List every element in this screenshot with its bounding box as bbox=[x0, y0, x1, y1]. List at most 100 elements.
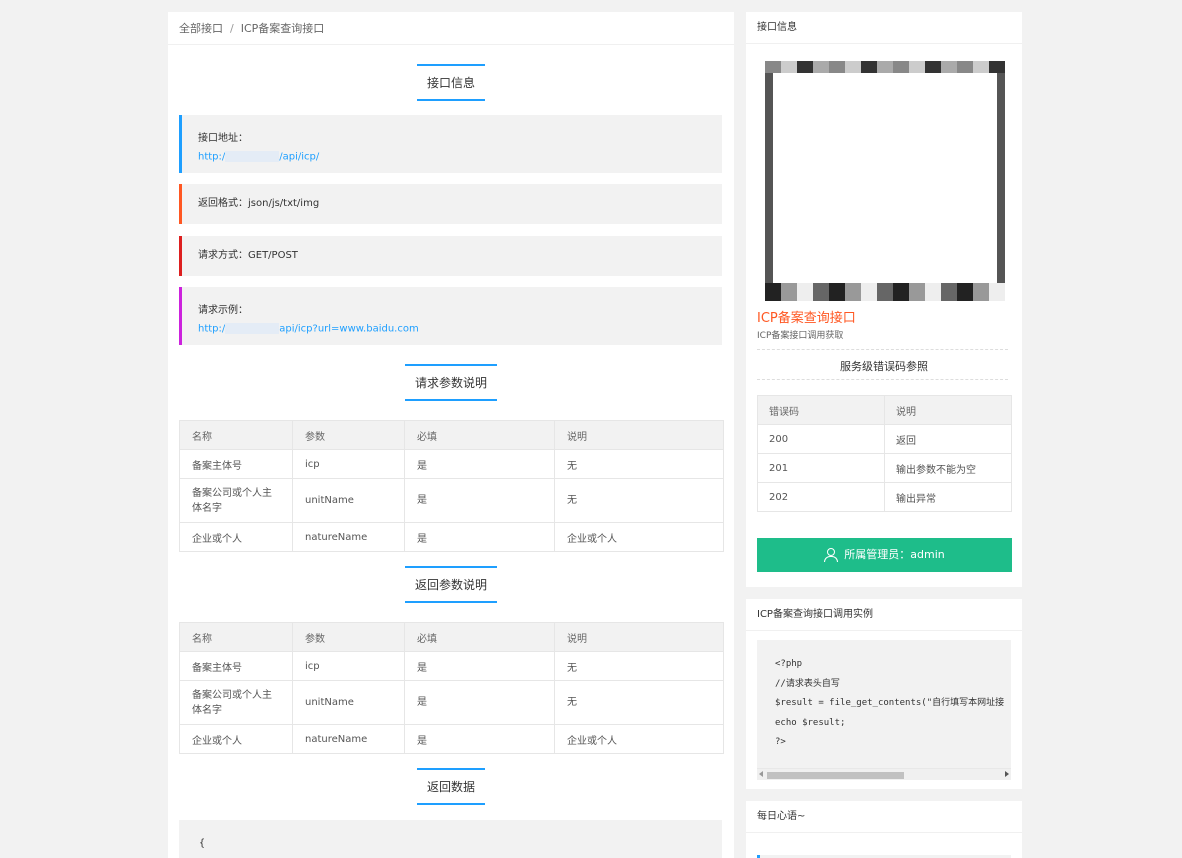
table-row: 备案主体号 icp 是 无 bbox=[179, 449, 724, 479]
table-cell: 是 bbox=[404, 651, 555, 681]
table-cell: 备案主体号 bbox=[179, 449, 293, 479]
table-cell: 输出参数不能为空 bbox=[884, 453, 1012, 483]
col-header: 说明 bbox=[554, 622, 724, 652]
table-cell: 是 bbox=[404, 449, 555, 479]
table-cell: 202 bbox=[757, 482, 885, 512]
daily-motto-card: 每日心语~ bbox=[746, 801, 1022, 858]
code-text: <?php //请求表头自写 $result = file_get_conten… bbox=[775, 659, 1005, 747]
col-header: 必填 bbox=[404, 622, 555, 652]
table-cell: 是 bbox=[404, 522, 555, 552]
table-cell: 是 bbox=[404, 724, 555, 754]
error-code-title: 服务级错误码参照 bbox=[840, 360, 928, 373]
error-code-table: 错误码 说明 200 返回 201 输出参数不能为空 202 输出异常 bbox=[757, 395, 1012, 512]
divider bbox=[757, 349, 1008, 350]
horizontal-scrollbar[interactable] bbox=[757, 768, 1011, 780]
call-example-code: <?php //请求表头自写 $result = file_get_conten… bbox=[757, 640, 1011, 780]
table-cell: icp bbox=[292, 449, 405, 479]
table-cell: 企业或个人 bbox=[554, 724, 724, 754]
qr-code-image bbox=[765, 61, 1005, 301]
call-example-title: ICP备案查询接口调用实例 bbox=[746, 599, 1022, 631]
table-cell: unitName bbox=[292, 478, 405, 523]
col-header: 名称 bbox=[179, 622, 293, 652]
response-data-code: { bbox=[179, 820, 722, 858]
table-row: 备案公司或个人主体名字 unitName 是 无 bbox=[179, 680, 724, 725]
daily-motto-title: 每日心语~ bbox=[746, 801, 1022, 833]
request-example-label: 请求示例： bbox=[198, 305, 248, 316]
api-address-block: 接口地址： http://api/icp/ bbox=[179, 115, 722, 173]
scroll-right-icon[interactable] bbox=[1005, 771, 1009, 777]
scroll-thumb[interactable] bbox=[767, 772, 904, 779]
response-params-table: 名称 参数 必填 说明 备案主体号 icp 是 无 备案公司或个人主体名字 un… bbox=[179, 622, 724, 754]
table-cell: natureName bbox=[292, 724, 405, 754]
table-cell: icp bbox=[292, 651, 405, 681]
col-header: 错误码 bbox=[757, 395, 885, 425]
qr-center bbox=[773, 73, 997, 283]
breadcrumb-separator: / bbox=[230, 22, 234, 35]
table-cell: 企业或个人 bbox=[179, 724, 293, 754]
admin-button[interactable]: 所属管理员：admin bbox=[757, 538, 1012, 572]
call-example-card: ICP备案查询接口调用实例 <?php //请求表头自写 $result = f… bbox=[746, 599, 1022, 789]
return-format-block: 返回格式：json/js/txt/img bbox=[179, 184, 722, 224]
qr-pattern bbox=[765, 283, 1005, 301]
table-header-row: 错误码 说明 bbox=[757, 395, 1012, 425]
response-code-text: { bbox=[199, 838, 206, 849]
admin-label: 所属管理员：admin bbox=[844, 548, 945, 561]
request-method-block: 请求方式：GET/POST bbox=[179, 236, 722, 276]
col-header: 参数 bbox=[292, 420, 405, 450]
interface-info-title: 接口信息 bbox=[746, 12, 1022, 44]
table-cell: 201 bbox=[757, 453, 885, 483]
table-cell: 200 bbox=[757, 424, 885, 454]
col-header: 参数 bbox=[292, 622, 405, 652]
table-cell: 备案公司或个人主体名字 bbox=[179, 680, 293, 725]
table-row: 202 输出异常 bbox=[757, 482, 1012, 512]
table-cell: 企业或个人 bbox=[179, 522, 293, 552]
col-header: 说明 bbox=[884, 395, 1012, 425]
table-cell: natureName bbox=[292, 522, 405, 552]
api-name: ICP备案查询接口 bbox=[757, 311, 856, 326]
divider bbox=[757, 379, 1008, 380]
table-cell: 企业或个人 bbox=[554, 522, 724, 552]
api-address-link[interactable]: http://api/icp/ bbox=[198, 151, 706, 163]
breadcrumb: 全部接口 / ICP备案查询接口 bbox=[168, 12, 734, 45]
breadcrumb-root[interactable]: 全部接口 bbox=[179, 22, 223, 35]
api-description: ICP备案接口调用获取 bbox=[757, 331, 844, 341]
request-example-block: 请求示例： http:/api/icp?url=www.baidu.com bbox=[179, 287, 722, 345]
table-row: 备案公司或个人主体名字 unitName 是 无 bbox=[179, 478, 724, 523]
section-title-response-params: 返回参数说明 bbox=[168, 566, 734, 603]
table-cell: 输出异常 bbox=[884, 482, 1012, 512]
table-cell: 备案公司或个人主体名字 bbox=[179, 478, 293, 523]
section-title-info: 接口信息 bbox=[168, 64, 734, 101]
table-cell: 备案主体号 bbox=[179, 651, 293, 681]
request-method: 请求方式：GET/POST bbox=[198, 250, 298, 261]
table-cell: 无 bbox=[554, 680, 724, 725]
table-row: 企业或个人 natureName 是 企业或个人 bbox=[179, 522, 724, 552]
table-row: 200 返回 bbox=[757, 424, 1012, 454]
col-header: 必填 bbox=[404, 420, 555, 450]
col-header: 说明 bbox=[554, 420, 724, 450]
table-cell: 无 bbox=[554, 478, 724, 523]
table-header-row: 名称 参数 必填 说明 bbox=[179, 622, 724, 652]
section-title-response-data: 返回数据 bbox=[168, 768, 734, 805]
table-cell: 无 bbox=[554, 651, 724, 681]
col-header: 名称 bbox=[179, 420, 293, 450]
main-card: 全部接口 / ICP备案查询接口 接口信息 接口地址： http://api/icp… bbox=[168, 12, 734, 858]
qr-pattern bbox=[765, 61, 1005, 73]
redacted-domain bbox=[225, 151, 280, 162]
table-header-row: 名称 参数 必填 说明 bbox=[179, 420, 724, 450]
table-row: 201 输出参数不能为空 bbox=[757, 453, 1012, 483]
section-title-request-params: 请求参数说明 bbox=[168, 364, 734, 401]
table-cell: 无 bbox=[554, 449, 724, 479]
table-row: 企业或个人 natureName 是 企业或个人 bbox=[179, 724, 724, 754]
scroll-left-icon[interactable] bbox=[759, 771, 763, 777]
breadcrumb-current: ICP备案查询接口 bbox=[240, 22, 325, 35]
table-cell: 是 bbox=[404, 478, 555, 523]
request-example-link[interactable]: http:/api/icp?url=www.baidu.com bbox=[198, 323, 706, 335]
interface-info-card: 接口信息 ICP备案查询接口 ICP备案接口调用获取 服务级错误码参照 错误码 … bbox=[746, 12, 1022, 587]
request-params-table: 名称 参数 必填 说明 备案主体号 icp 是 无 备案公司或个人主体名字 un… bbox=[179, 420, 724, 552]
table-row: 备案主体号 icp 是 无 bbox=[179, 651, 724, 681]
api-address-label: 接口地址： bbox=[198, 133, 248, 144]
return-format: 返回格式：json/js/txt/img bbox=[198, 198, 320, 209]
table-cell: 是 bbox=[404, 680, 555, 725]
user-icon bbox=[824, 547, 839, 562]
redacted-domain bbox=[225, 323, 280, 334]
